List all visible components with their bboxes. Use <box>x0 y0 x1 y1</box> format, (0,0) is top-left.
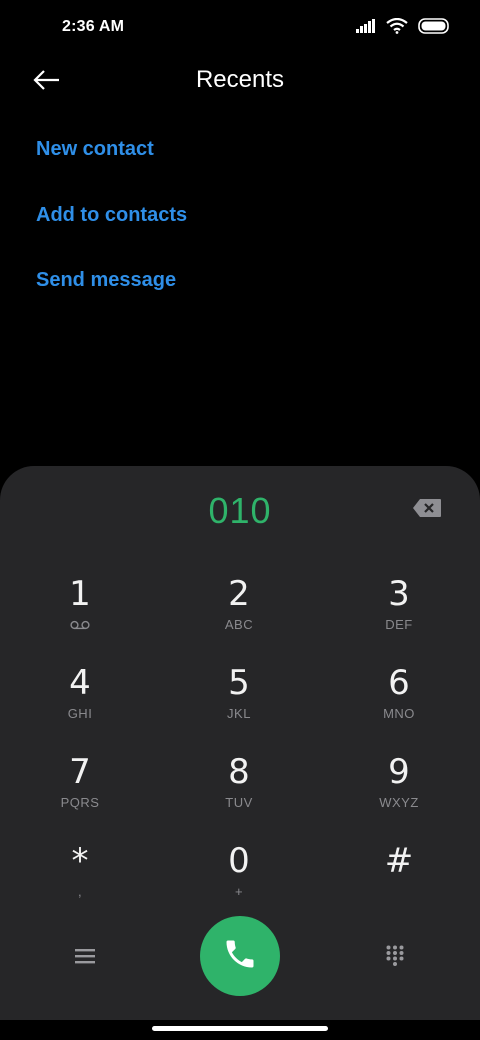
key-9[interactable]: 9 WXYZ <box>344 752 454 832</box>
phone-icon <box>222 936 258 977</box>
home-indicator[interactable] <box>152 1026 328 1031</box>
call-button[interactable] <box>200 916 280 996</box>
key-letters: GHI <box>67 706 93 721</box>
dialpad-icon <box>386 945 404 972</box>
dialpad-button[interactable] <box>374 940 416 976</box>
dialer-panel: 010 1 2 ABC 3 DEF 4 GHI 5 JKL 6 MNO 7 PQ… <box>0 466 480 1020</box>
wifi-icon <box>386 17 408 39</box>
add-to-contacts-link[interactable]: Add to contacts <box>36 204 187 227</box>
dialer-screen: 2:36 AM Recents New contact Add to conta… <box>0 0 480 1040</box>
key-letters: DEF <box>385 617 413 632</box>
key-letters: ABC <box>224 617 254 632</box>
key-letters: PQRS <box>60 795 100 810</box>
menu-button[interactable] <box>64 940 106 976</box>
key-letters: WXYZ <box>379 795 419 810</box>
key-4[interactable]: 4 GHI <box>25 663 135 743</box>
key-2[interactable]: 2 ABC <box>184 574 294 654</box>
key-0[interactable]: 0 + <box>184 841 294 921</box>
header: Recents <box>0 56 480 108</box>
battery-icon <box>418 17 450 39</box>
voicemail-icon <box>25 616 135 635</box>
key-6[interactable]: 6 MNO <box>344 663 454 743</box>
dialed-number: 010 <box>208 490 272 531</box>
menu-icon <box>75 948 95 969</box>
key-digit: # <box>384 841 414 881</box>
page-title: Recents <box>195 66 285 93</box>
key-8[interactable]: 8 TUV <box>184 752 294 832</box>
status-bar: 2:36 AM <box>0 0 480 56</box>
status-time: 2:36 AM <box>62 18 125 35</box>
key-digit: 9 <box>388 752 410 792</box>
key-digit: 4 <box>69 663 91 703</box>
key-letters: , <box>77 884 83 899</box>
key-digit: 2 <box>228 574 250 614</box>
key-letters: TUV <box>225 795 253 810</box>
new-contact-link[interactable]: New contact <box>36 138 154 161</box>
key-1[interactable]: 1 <box>25 574 135 654</box>
key-digit: 8 <box>228 752 250 792</box>
send-message-link[interactable]: Send message <box>36 269 176 292</box>
signal-icon <box>356 18 376 38</box>
key-digit: 5 <box>228 663 250 703</box>
backspace-icon <box>412 499 442 522</box>
key-digit: * <box>71 841 89 881</box>
key-letters: MNO <box>383 706 415 721</box>
status-icons <box>356 17 450 39</box>
key-star[interactable]: * , <box>25 841 135 921</box>
key-letters: JKL <box>227 706 251 721</box>
key-7[interactable]: 7 PQRS <box>25 752 135 832</box>
key-digit: 1 <box>69 574 91 614</box>
dialer-actions <box>0 916 480 996</box>
key-digit: 0 <box>228 841 250 881</box>
key-3[interactable]: 3 DEF <box>344 574 454 654</box>
key-digit: 3 <box>388 574 410 614</box>
key-letters: + <box>234 884 244 899</box>
key-hash[interactable]: # <box>344 841 454 921</box>
key-5[interactable]: 5 JKL <box>184 663 294 743</box>
backspace-button[interactable] <box>412 498 442 518</box>
key-digit: 7 <box>69 752 91 792</box>
key-digit: 6 <box>388 663 410 703</box>
